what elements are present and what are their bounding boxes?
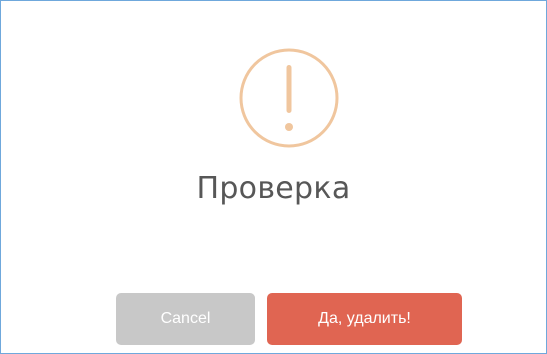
- cancel-button[interactable]: Cancel: [116, 293, 255, 345]
- confirm-dialog: Проверка Cancel Да, удалить!: [0, 0, 547, 354]
- confirm-delete-button[interactable]: Да, удалить!: [267, 293, 462, 345]
- dialog-title: Проверка: [196, 171, 351, 206]
- exclamation-circle-icon: [239, 48, 339, 148]
